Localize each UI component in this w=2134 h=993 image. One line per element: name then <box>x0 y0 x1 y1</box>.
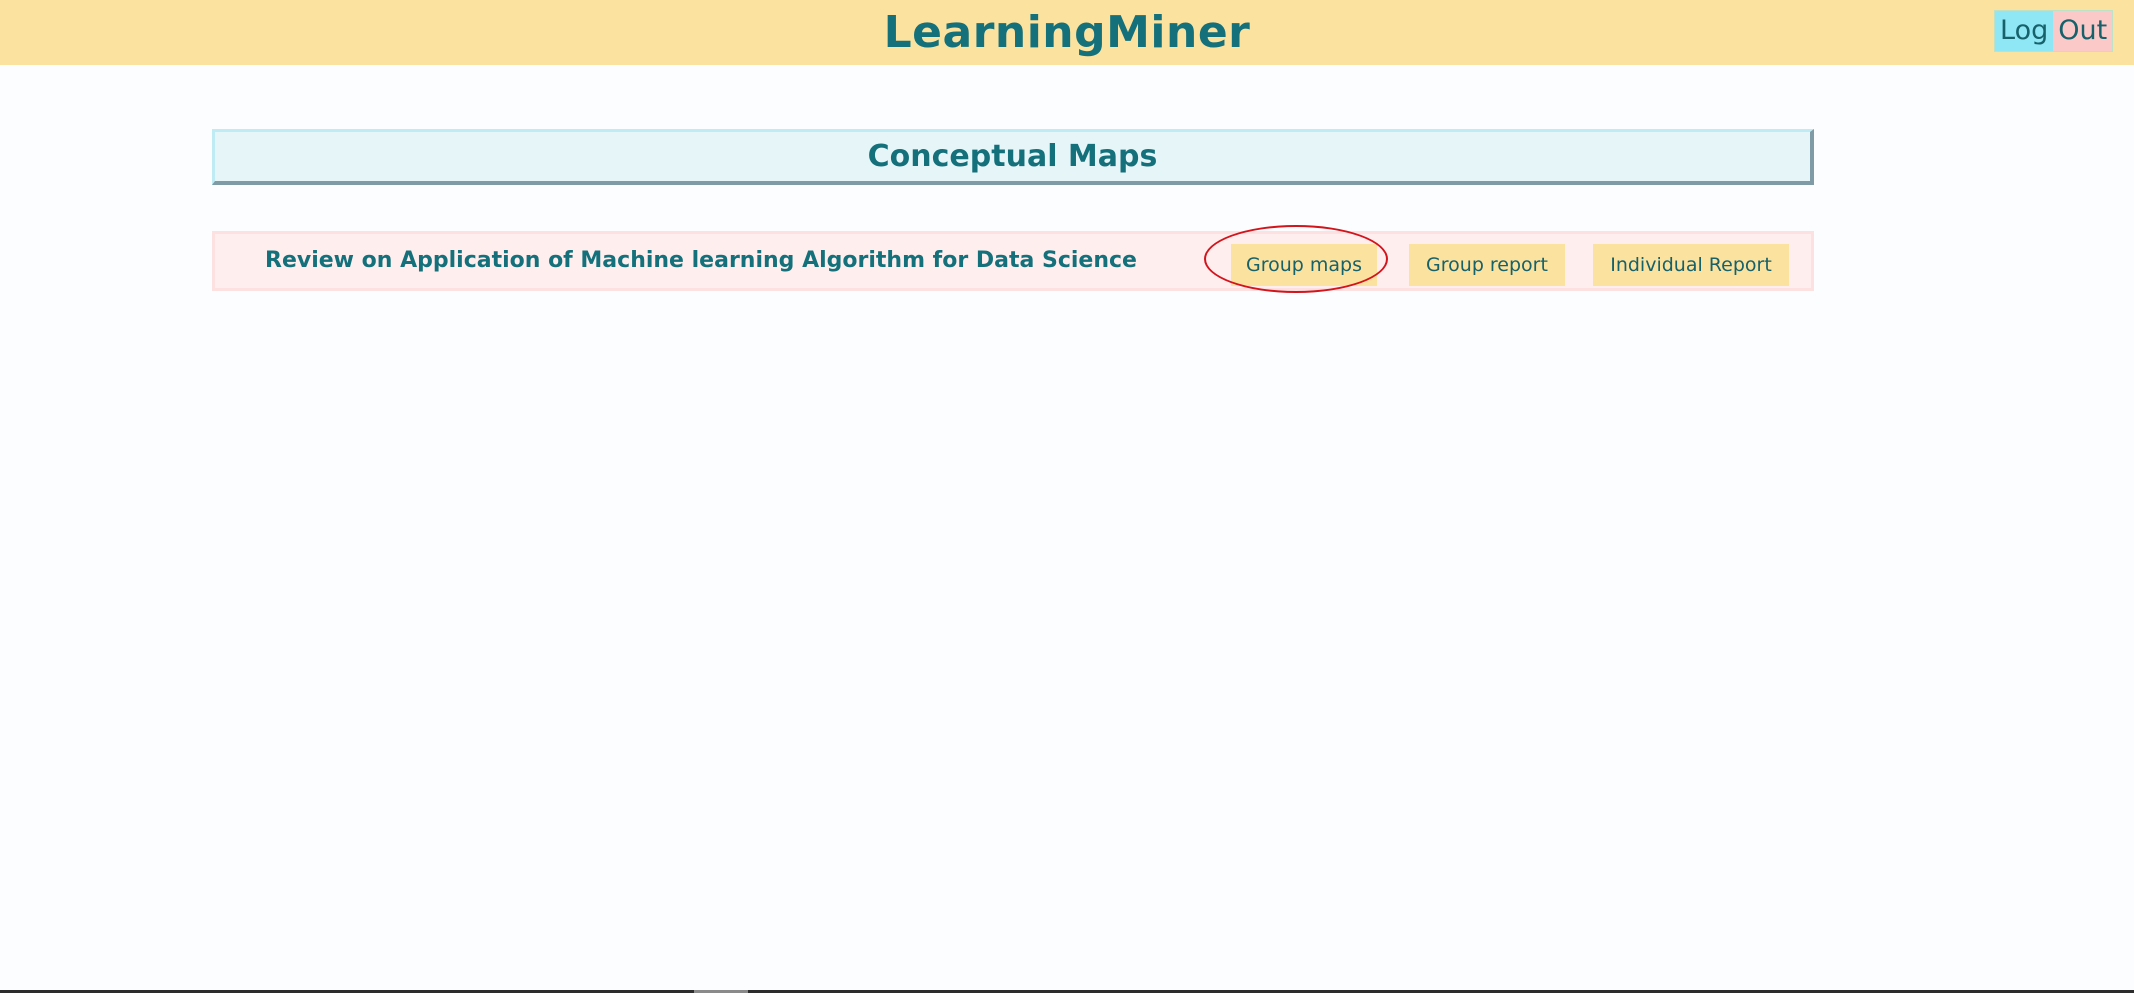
logout-label-out: Out <box>2053 11 2113 51</box>
map-title: Review on Application of Machine learnin… <box>265 248 1137 273</box>
list-item: Review on Application of Machine learnin… <box>212 231 1814 291</box>
logout-button[interactable]: Log Out <box>1994 10 2114 52</box>
group-maps-button[interactable]: Group maps <box>1231 244 1377 286</box>
section-title: Conceptual Maps <box>212 129 1814 185</box>
individual-report-button[interactable]: Individual Report <box>1593 244 1789 286</box>
logout-label-log: Log <box>1995 11 2054 51</box>
group-report-button[interactable]: Group report <box>1409 244 1565 286</box>
app-title: LearningMiner <box>883 7 1251 58</box>
